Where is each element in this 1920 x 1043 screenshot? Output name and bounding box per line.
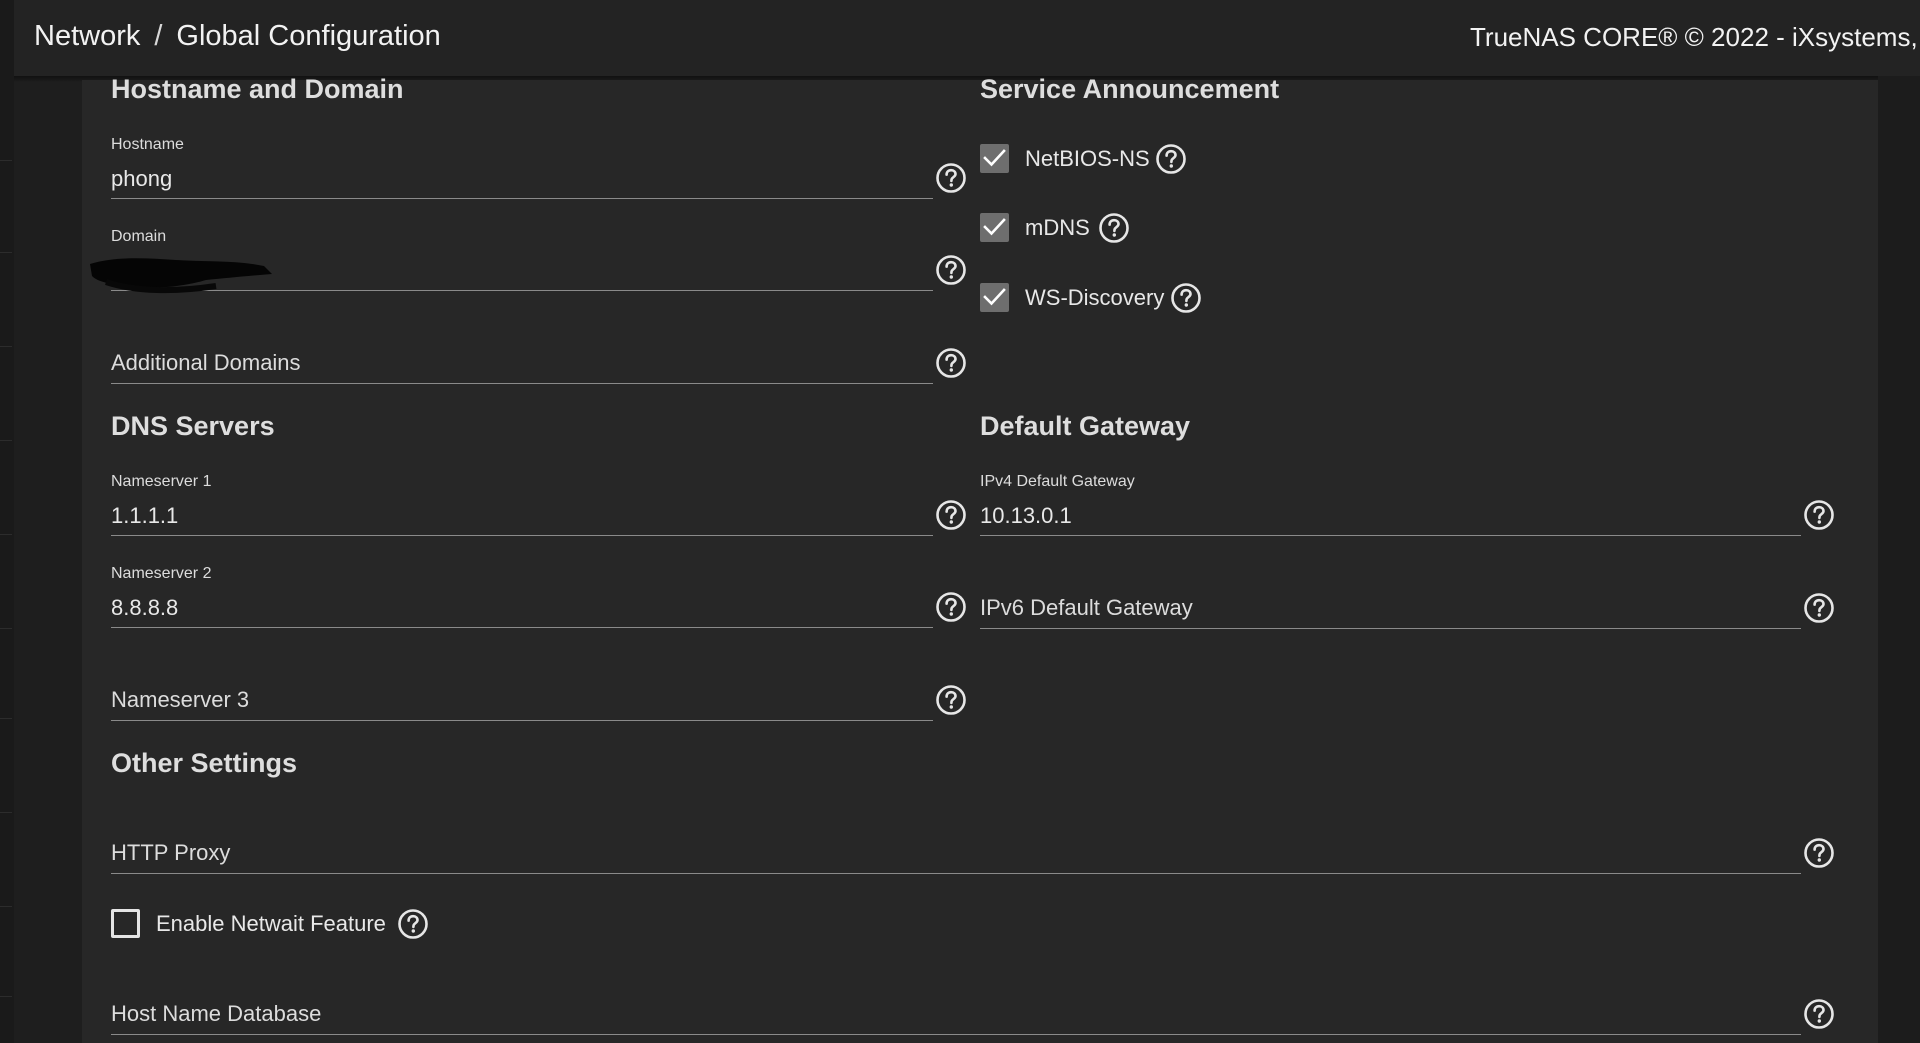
ipv4-gateway-value[interactable]: 10.13.0.1 [980, 503, 1072, 529]
netwait-help-icon[interactable] [397, 908, 429, 940]
ws-discovery-label: WS-Discovery [1025, 285, 1165, 310]
breadcrumb-global-configuration: Global Configuration [176, 20, 441, 52]
ipv6-gateway-field[interactable]: IPv6 Default Gateway [980, 591, 1801, 631]
nameserver-1-value[interactable]: 1.1.1.1 [111, 503, 178, 529]
netwait-checkbox-row[interactable]: Enable Netwait Feature [111, 907, 401, 941]
hostname-help-icon[interactable] [935, 162, 967, 194]
http-proxy-underline [111, 873, 1801, 874]
ws-discovery-checkbox[interactable] [980, 283, 1009, 312]
top-bar: Network / Global Configuration TrueNAS COR… [14, 0, 1920, 82]
breadcrumb-network[interactable]: Network [34, 20, 140, 52]
host-name-database-field[interactable]: Host Name Database [111, 997, 1801, 1037]
ipv6-gateway-help-icon[interactable] [1803, 592, 1835, 624]
hostname-label: Hostname [111, 136, 184, 153]
ipv4-gateway-underline [980, 535, 1801, 536]
page: Network / Global Configuration TrueNAS COR… [0, 0, 1920, 1043]
nameserver-3-help-icon[interactable] [935, 684, 967, 716]
host-name-database-underline [111, 1034, 1801, 1035]
domain-label: Domain [111, 228, 167, 245]
ipv4-gateway-help-icon[interactable] [1803, 499, 1835, 531]
section-title-dns-servers: DNS Servers [111, 411, 275, 441]
copyright-text[interactable]: TrueNAS CORE® © 2022 - iXsystems, Inc. [1470, 22, 1920, 53]
nameserver-2-field[interactable]: Nameserver 2 8.8.8.8 [111, 565, 933, 629]
http-proxy-help-icon[interactable] [1803, 837, 1835, 869]
netbios-ns-help-icon[interactable] [1155, 143, 1187, 175]
breadcrumb-separator: / [154, 20, 163, 52]
redaction-mark [90, 258, 272, 294]
breadcrumb: Network / Global Configuration [34, 20, 441, 53]
section-title-default-gateway: Default Gateway [980, 411, 1191, 441]
nameserver-2-label: Nameserver 2 [111, 565, 212, 582]
check-icon [983, 288, 1006, 306]
http-proxy-field[interactable]: HTTP Proxy [111, 836, 1801, 876]
additional-domains-underline [111, 383, 933, 384]
ws-discovery-help-icon[interactable] [1170, 282, 1202, 314]
nameserver-3-placeholder: Nameserver 3 [111, 687, 250, 712]
additional-domains-field[interactable]: Additional Domains [111, 346, 933, 386]
nameserver-3-field[interactable]: Nameserver 3 [111, 683, 933, 723]
hostname-value[interactable]: phong [111, 166, 172, 192]
check-icon [983, 218, 1006, 236]
nameserver-1-field[interactable]: Nameserver 1 1.1.1.1 [111, 473, 933, 537]
http-proxy-placeholder: HTTP Proxy [111, 840, 231, 865]
left-nav-strip [0, 0, 14, 1043]
hostname-underline [111, 198, 933, 199]
nameserver-2-value[interactable]: 8.8.8.8 [111, 595, 178, 621]
nameserver-1-underline [111, 535, 933, 536]
ipv4-gateway-label: IPv4 Default Gateway [980, 473, 1135, 490]
section-title-other-settings: Other Settings [111, 748, 298, 778]
ipv4-gateway-field[interactable]: IPv4 Default Gateway 10.13.0.1 [980, 473, 1801, 537]
section-title-hostname-domain: Hostname and Domain [111, 74, 404, 104]
nameserver-1-label: Nameserver 1 [111, 473, 212, 490]
mdns-label: mDNS [1025, 215, 1090, 240]
mdns-help-icon[interactable] [1098, 212, 1130, 244]
ipv6-gateway-placeholder: IPv6 Default Gateway [980, 595, 1193, 620]
host-name-database-help-icon[interactable] [1803, 998, 1835, 1030]
netwait-checkbox[interactable] [111, 909, 140, 938]
right-gutter [1878, 76, 1920, 1043]
netbios-ns-label: NetBIOS-NS [1025, 146, 1150, 171]
ipv6-gateway-underline [980, 628, 1801, 629]
nameserver-1-help-icon[interactable] [935, 499, 967, 531]
domain-help-icon[interactable] [935, 254, 967, 286]
section-title-service-announcement: Service Announcement [980, 74, 1280, 104]
host-name-database-placeholder: Host Name Database [111, 1001, 322, 1026]
hostname-field[interactable]: Hostname phong [111, 136, 933, 200]
nameserver-2-underline [111, 627, 933, 628]
additional-domains-help-icon[interactable] [935, 347, 967, 379]
netbios-ns-checkbox[interactable] [980, 144, 1009, 173]
netwait-label: Enable Netwait Feature [156, 911, 386, 936]
additional-domains-placeholder: Additional Domains [111, 350, 301, 375]
check-icon [983, 149, 1006, 167]
nameserver-2-help-icon[interactable] [935, 591, 967, 623]
mdns-checkbox[interactable] [980, 213, 1009, 242]
nameserver-3-underline [111, 720, 933, 721]
